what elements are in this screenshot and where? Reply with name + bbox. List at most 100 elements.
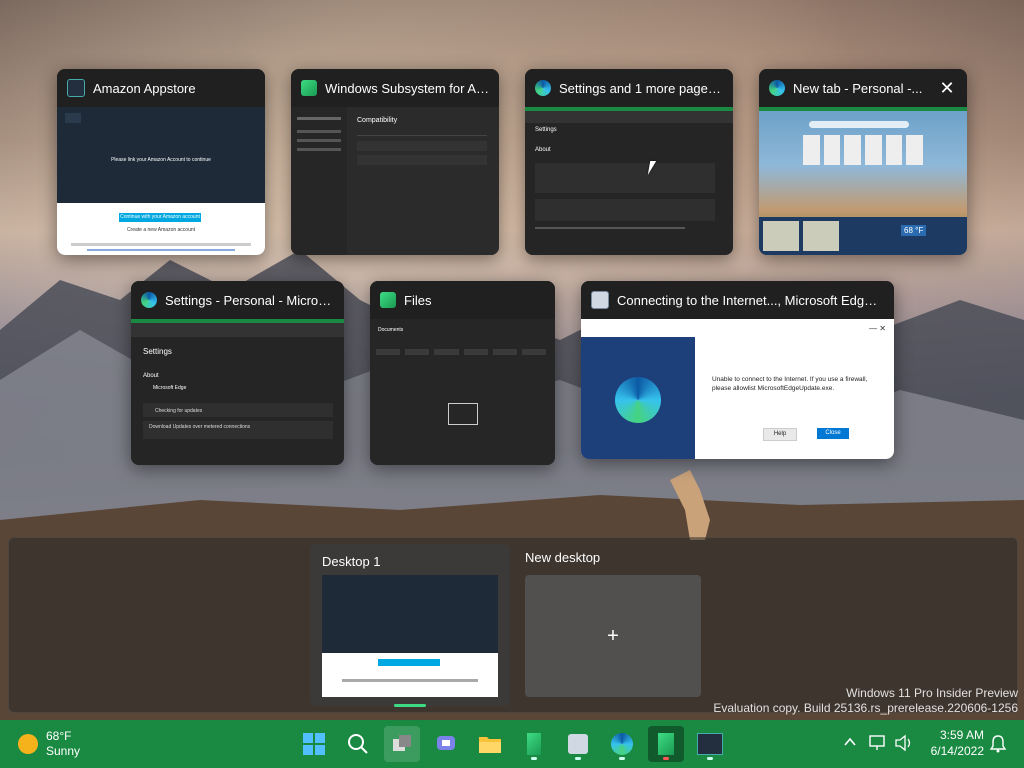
window-title: Settings and 1 more page -... [559, 80, 723, 96]
thumbnail-header: Connecting to the Internet..., Microsoft… [581, 281, 894, 319]
edge-setup-icon [568, 734, 588, 754]
running-indicator [707, 757, 713, 760]
files-icon [380, 292, 396, 308]
running-indicator [575, 757, 581, 760]
chevron-up-icon [844, 737, 856, 746]
network-button[interactable] [868, 734, 888, 757]
running-indicator [531, 757, 537, 760]
file-explorer-button[interactable] [472, 726, 508, 762]
new-desktop-button[interactable]: + [525, 575, 701, 697]
window-title: Files [404, 292, 432, 308]
window-thumbnail-edge-new-tab[interactable]: New tab - Personal -... ✕ 68 °F [759, 69, 967, 255]
search-icon [348, 734, 368, 754]
network-icon [869, 735, 885, 750]
settings-app-name: Microsoft Edge [153, 385, 187, 391]
weather-widget[interactable]: 68°F Sunny [18, 726, 80, 762]
window-thumbnail-edge-settings[interactable]: Settings and 1 more page -... Settings A… [525, 69, 733, 255]
notification-bell-icon [989, 735, 1007, 753]
edge-icon [535, 80, 551, 96]
thumbnail-preview: Settings About [525, 107, 733, 255]
empty-folder-icon [448, 403, 478, 425]
folder-icon [479, 737, 501, 753]
edge-logo-icon [615, 377, 661, 423]
wsa-taskbar-button[interactable] [516, 726, 552, 762]
clock-time: 3:59 AM [939, 728, 984, 742]
desktop-1-card[interactable]: Desktop 1 [310, 544, 510, 707]
desktop-1-preview [322, 575, 498, 697]
taskbar: 68°F Sunny 3:59 AM 6/14/2022 [0, 720, 1024, 768]
appstore-continue-button: Continue with your Amazon account [119, 213, 201, 222]
files-folder-name: Documents [378, 327, 404, 333]
watermark-line-1: Windows 11 Pro Insider Preview [846, 686, 1018, 700]
desktop-1-label: Desktop 1 [322, 554, 381, 569]
thumbnail-preview: Settings About Microsoft Edge Checking f… [131, 319, 344, 465]
edge-setup-taskbar-button[interactable] [560, 726, 596, 762]
edge-settings-heading: Settings [535, 127, 557, 133]
amazon-appstore-icon [697, 733, 723, 755]
thumbnail-header: Amazon Appstore [57, 69, 265, 107]
close-icon[interactable]: ✕ [937, 78, 957, 99]
active-desktop-indicator [394, 704, 426, 707]
window-thumbnail-edge-setup[interactable]: Connecting to the Internet..., Microsoft… [581, 281, 894, 459]
edge-icon [611, 733, 633, 755]
wsa-icon [527, 733, 541, 755]
edge-settings-about: About [535, 147, 551, 153]
amazon-appstore-icon [67, 79, 85, 97]
window-title: Windows Subsystem for An... [325, 80, 489, 96]
task-view-icon [393, 735, 411, 751]
weather-condition: Sunny [46, 744, 81, 758]
setup-error-message: Unable to connect to the Internet. If yo… [712, 376, 868, 392]
start-button[interactable] [296, 726, 332, 762]
window-title: Connecting to the Internet..., Microsoft… [617, 292, 884, 308]
files-icon [658, 733, 674, 755]
window-title: New tab - Personal -... [793, 80, 923, 96]
appstore-prompt-text: Please link your Amazon Account to conti… [111, 157, 211, 163]
thumbnail-header: Settings - Personal - Microso... [131, 281, 344, 319]
new-desktop-card[interactable]: New desktop + [517, 544, 717, 706]
task-view-button[interactable] [384, 726, 420, 762]
window-thumbnail-wsa[interactable]: Windows Subsystem for An... Compatibilit… [291, 69, 499, 255]
sun-icon [18, 734, 38, 754]
thumbnail-header: Settings and 1 more page -... [525, 69, 733, 107]
running-indicator [619, 757, 625, 760]
notifications-button[interactable] [989, 734, 1007, 759]
thumbnail-preview: Documents [370, 319, 555, 465]
setup-help-button: Help [763, 428, 797, 441]
thumbnail-preview: — ✕ Unable to connect to the Internet. I… [581, 319, 894, 459]
thumbnail-header: Files [370, 281, 555, 319]
setup-close-button: Close [817, 428, 849, 439]
clock[interactable]: 3:59 AM 6/14/2022 [922, 727, 984, 759]
edge-icon [141, 292, 157, 308]
window-thumbnail-amazon-appstore[interactable]: Amazon Appstore Please link your Amazon … [57, 69, 265, 255]
thumbnail-preview: Compatibility [291, 107, 499, 255]
teams-chat-button[interactable] [428, 726, 464, 762]
volume-button[interactable] [894, 734, 914, 757]
files-taskbar-button[interactable] [648, 726, 684, 762]
edge-setup-icon [591, 291, 609, 309]
weather-temp: 68°F [46, 729, 72, 743]
thumbnail-preview: Please link your Amazon Account to conti… [57, 107, 265, 255]
window-title: Settings - Personal - Microso... [165, 292, 334, 308]
wsa-icon [301, 80, 317, 96]
chat-icon [437, 736, 455, 750]
clock-date: 6/14/2022 [930, 744, 984, 758]
window-thumbnail-files[interactable]: Files Documents [370, 281, 555, 465]
wsa-compatibility-heading: Compatibility [357, 117, 398, 124]
thumbnail-header: Windows Subsystem for An... [291, 69, 499, 107]
new-desktop-label: New desktop [525, 550, 601, 565]
windows-watermark: Windows 11 Pro Insider Preview Evaluatio… [713, 686, 1018, 716]
thumbnail-header: New tab - Personal -... ✕ [759, 69, 967, 107]
amazon-appstore-taskbar-button[interactable] [692, 726, 728, 762]
appstore-create-link: Create a new Amazon account [126, 227, 196, 233]
window-thumbnail-edge-settings-personal[interactable]: Settings - Personal - Microso... Setting… [131, 281, 344, 465]
add-icon: + [607, 624, 619, 647]
running-indicator [663, 757, 669, 760]
settings-metered-option: Download Updates over metered connection… [149, 424, 251, 430]
edge-taskbar-button[interactable] [604, 726, 640, 762]
show-hidden-icons-button[interactable] [842, 734, 858, 754]
new-tab-weather: 68 °F [901, 225, 927, 236]
settings-update-status: Checking for updates [155, 408, 203, 414]
window-title: Amazon Appstore [93, 80, 196, 96]
search-button[interactable] [340, 726, 376, 762]
settings-about: About [143, 373, 159, 379]
